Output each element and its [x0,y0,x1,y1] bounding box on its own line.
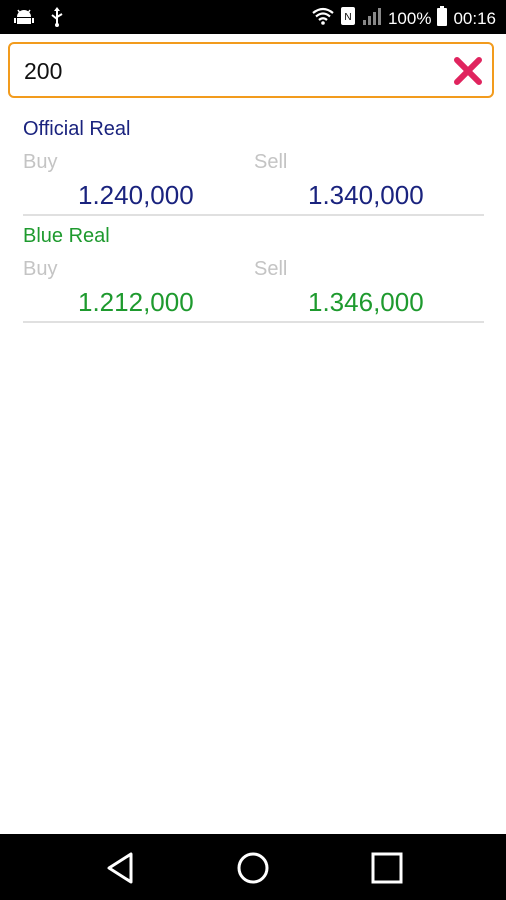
battery-percent: 100% [387,8,432,28]
status-system: N 100% 00:16 [312,6,496,31]
wifi-icon [312,7,334,30]
buy-label: Buy [23,258,58,280]
sell-label: Sell [254,151,288,173]
clock: 00:16 [453,8,496,28]
status-bar: N 100% 00:16 [0,0,506,34]
back-button[interactable] [100,848,140,888]
battery-icon [437,6,448,31]
recents-icon[interactable] [367,848,407,888]
sell-value: 1.346,000 [308,287,424,317]
back-icon[interactable] [100,848,140,888]
recents-button[interactable] [367,848,407,888]
rate-card-official: Official Real Buy Sell 1.240,000 1.340,0… [23,118,484,216]
amount-input-value[interactable]: 200 [24,58,62,85]
signal-icon [362,7,382,30]
close-icon[interactable] [452,55,484,87]
amount-input[interactable]: 200 [8,42,494,98]
navigation-bar [0,834,506,900]
android-debug-icon [14,8,34,31]
sell-value: 1.340,000 [308,180,424,210]
status-notifications [14,7,64,32]
rate-title: Official Real [23,118,131,140]
buy-value: 1.240,000 [78,180,194,210]
home-icon[interactable] [233,848,273,888]
buy-label: Buy [23,151,58,173]
rate-card-blue: Blue Real Buy Sell 1.212,000 1.346,000 [23,225,484,323]
home-button[interactable] [233,848,273,888]
nfc-icon: N [340,6,356,31]
sell-label: Sell [254,258,288,280]
usb-icon [50,7,64,32]
rate-title: Blue Real [23,225,110,247]
svg-text:N: N [344,12,351,23]
clear-button[interactable] [452,55,484,87]
buy-value: 1.212,000 [78,287,194,317]
